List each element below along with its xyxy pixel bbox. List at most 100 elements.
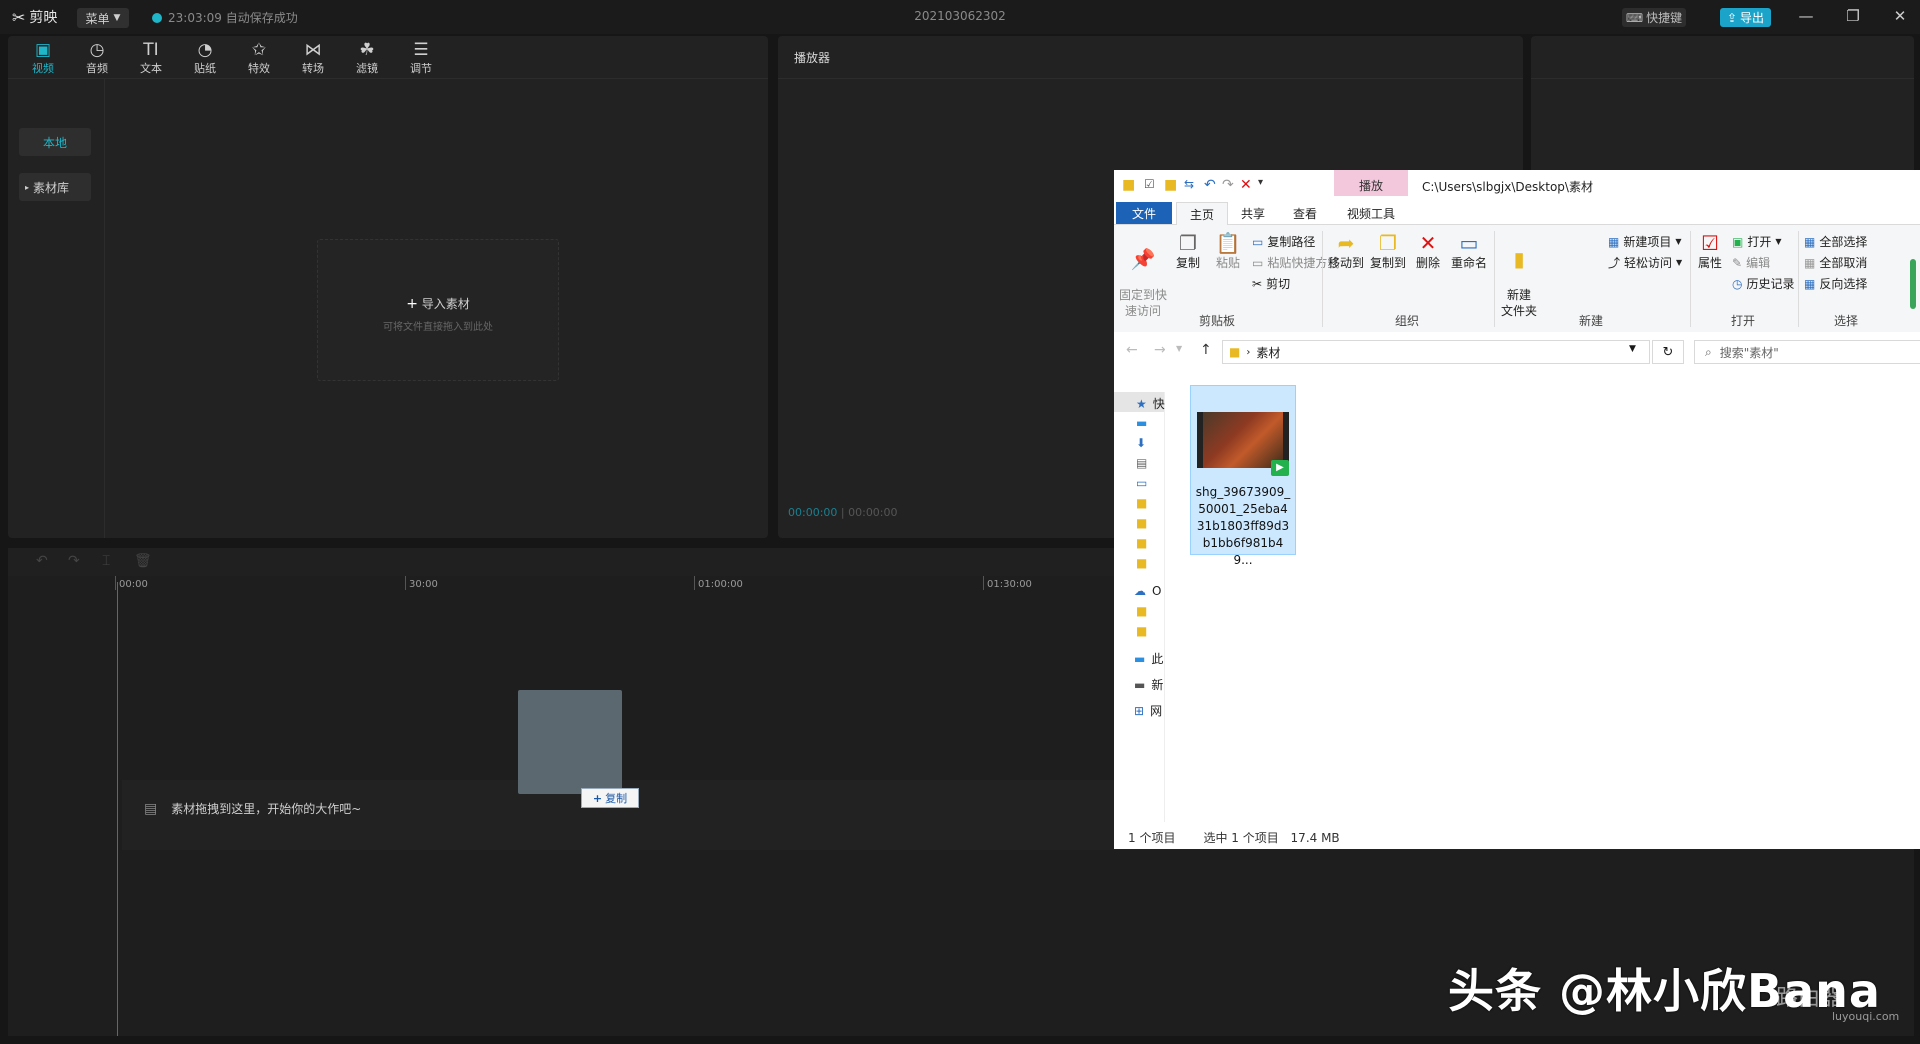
tab-view[interactable]: 查看 [1280,202,1330,224]
tool-adjust[interactable]: ☰ 调节 [398,40,444,76]
film-icon: ▤ [144,800,158,817]
playhead[interactable] [117,582,118,1036]
nav-item-network[interactable]: ⊞ 网 [1134,702,1162,719]
shortcut-button[interactable]: ⌨ 快捷键 [1622,8,1686,27]
copy-button[interactable]: ❐ 复制 [1170,231,1206,271]
properties-check-icon[interactable]: ☑ [1144,177,1155,191]
folder-icon: ■ [1136,496,1148,510]
close-icon[interactable]: ✕ [1890,7,1910,25]
nav-item-documents[interactable]: ▤ [1136,456,1153,470]
recent-dropdown-icon[interactable]: ▼ [1176,344,1182,353]
nav-item-drive[interactable]: ▬ 新 [1134,676,1163,693]
button-label: 反向选择 [1819,277,1868,291]
select-all-button[interactable]: ▦ 全部选择 [1804,233,1867,250]
context-tab-play[interactable]: 播放 [1334,177,1408,194]
tool-filter[interactable]: ☘ 滤镜 [344,40,390,76]
rename-icon: ▭ [1459,231,1479,255]
delete-icon[interactable]: ✕ [1240,177,1252,193]
minimize-icon[interactable]: — [1796,7,1816,25]
button-label: 删除 [1415,256,1440,270]
breadcrumb[interactable]: 素材 [1256,344,1280,361]
nav-item-quick-access[interactable]: ★ 快 [1136,395,1165,412]
invert-selection-button[interactable]: ▦ 反向选择 [1804,275,1867,292]
status-size: 17.4 MB [1290,830,1340,845]
new-folder-icon[interactable]: ■ [1164,177,1177,193]
file-item-video[interactable]: ▶ shg_39673909_50001_25eba431b1803ff89d3… [1190,385,1296,567]
tool-sticker[interactable]: ◔ 贴纸 [182,40,228,76]
address-bar[interactable]: ■ › 素材 ▼ [1222,340,1650,364]
adjust-icon: ☰ [413,40,429,60]
tab-file[interactable]: 文件 [1116,202,1172,224]
open-button[interactable]: ▣ 打开 ▼ [1732,233,1782,250]
redo-icon[interactable]: ↷ [68,553,80,569]
nav-item-folder[interactable]: ■ [1136,604,1153,618]
delete-button[interactable]: ✕ 删除 [1410,231,1446,271]
split-icon[interactable]: ⌶ [102,553,110,569]
nav-item-this-pc[interactable]: ▬ 此 [1134,650,1163,667]
tool-text[interactable]: TI 文本 [128,40,174,76]
maximize-icon[interactable]: ❐ [1843,7,1863,25]
tool-video[interactable]: ▣ 视频 [20,40,66,76]
export-button[interactable]: ⇪ 导出 [1720,8,1771,27]
ribbon-scrollbar[interactable] [1910,259,1916,309]
download-icon: ⬇ [1136,436,1147,450]
undo-icon[interactable]: ↶ [1204,177,1216,193]
search-input[interactable]: ⌕ 搜索"素材" [1694,340,1920,364]
rename-icon[interactable]: ⇆ [1184,177,1194,191]
pin-quick-access-button[interactable]: 📌 固定到快 速访问 [1118,231,1168,319]
chevron-down-icon[interactable]: ▼ [1629,344,1636,354]
sidebar-item-local[interactable]: 本地 [19,128,91,156]
tab-home[interactable]: 主页 [1176,202,1228,225]
import-button[interactable]: + 导入素材 [318,295,558,312]
copy-path-button[interactable]: ▭ 复制路径 [1252,233,1315,250]
tab-share[interactable]: 共享 [1228,202,1278,224]
nav-item-folder[interactable]: ■ [1136,556,1153,570]
history-button[interactable]: ◷ 历史记录 [1732,275,1795,292]
nav-item-folder[interactable]: ■ [1136,496,1153,510]
nav-item-desktop[interactable]: ▬ [1136,416,1153,430]
plus-icon: + [406,296,418,312]
nav-item-pictures[interactable]: ▭ [1136,476,1153,490]
redo-icon[interactable]: ↷ [1222,177,1234,193]
group-organize: 组织 [1394,314,1419,328]
back-arrow-icon[interactable]: ← [1126,342,1138,358]
up-arrow-icon[interactable]: ↑ [1200,342,1212,358]
undo-icon[interactable]: ↶ [36,553,48,569]
tab-video-tools[interactable]: 视频工具 [1334,202,1408,224]
video-icon: ▣ [34,40,52,60]
select-none-button[interactable]: ▦ 全部取消 [1804,254,1867,271]
clipboard-icon: 📋 [1215,231,1241,255]
nav-item-folder[interactable]: ■ [1136,536,1153,550]
button-label: 编辑 [1746,256,1771,270]
copy-to-button[interactable]: ❐ 复制到 [1368,231,1408,271]
refresh-button[interactable]: ↻ [1652,340,1684,364]
nav-item-folder[interactable]: ■ [1136,516,1153,530]
tick-line [115,576,116,590]
move-to-button[interactable]: ➦ 移动到 [1326,231,1366,271]
tool-transition[interactable]: ⋈ 转场 [290,40,336,76]
button-label: 历史记录 [1746,277,1795,291]
customize-dropdown-icon[interactable]: ▾ [1258,177,1263,188]
paste-button[interactable]: 📋 粘贴 [1210,231,1246,271]
cut-button[interactable]: ✂ 剪切 [1252,275,1290,292]
picture-icon: ▭ [1136,476,1148,490]
properties-button[interactable]: ☑ 属性 [1694,231,1726,271]
new-folder-button[interactable]: ▮ 新建 文件夹 [1498,231,1540,319]
import-dropzone[interactable]: + 导入素材 可将文件直接拖入到此处 [317,239,559,381]
folder-icon: ■ [1136,624,1148,638]
forward-arrow-icon[interactable]: → [1154,342,1166,358]
nav-item-folder[interactable]: ■ [1136,624,1153,638]
nav-item-onedrive[interactable]: ☁ O [1134,584,1161,598]
rename-button[interactable]: ▭ 重命名 [1448,231,1490,271]
delete-x-icon: ✕ [1419,231,1437,255]
new-item-button[interactable]: ▦ 新建项目 ▼ [1608,233,1682,250]
sidebar-item-library[interactable]: ▸ 素材库 [19,173,91,201]
export-icon: ⇪ [1726,10,1738,25]
keyboard-icon: ⌨ [1625,10,1644,25]
tool-effects[interactable]: ✩ 特效 [236,40,282,76]
easy-access-button[interactable]: ⤴ 轻松访问 ▼ [1608,254,1682,271]
nav-item-downloads[interactable]: ⬇ [1136,436,1152,450]
delete-icon[interactable]: 🗑 [134,553,152,569]
edit-button[interactable]: ✎ 编辑 [1732,254,1770,271]
tool-audio[interactable]: ◷ 音频 [74,40,120,76]
